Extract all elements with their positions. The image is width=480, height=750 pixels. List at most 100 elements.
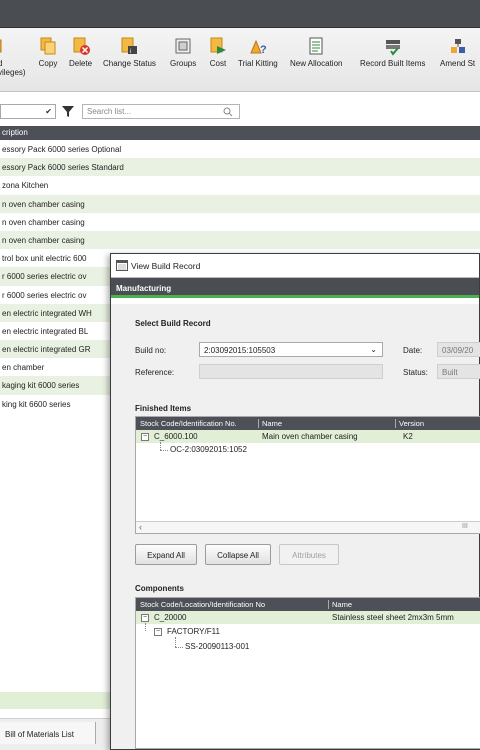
dialog-section-header: Manufacturing (111, 278, 479, 298)
chevron-down-icon: ✔ (45, 107, 52, 116)
amend-status-button-label: Amend St (440, 59, 476, 68)
component-code: C_20000 (154, 613, 187, 622)
view-build-record-dialog: View Build Record Manufacturing Select B… (110, 253, 480, 750)
svg-text:i: i (130, 49, 131, 55)
finished-item-code: C_6000.100 (154, 432, 198, 441)
groups-button[interactable]: Groups (170, 36, 196, 68)
date-label: Date: (403, 346, 423, 355)
copy-icon (38, 36, 58, 56)
column-version[interactable]: Version (395, 419, 424, 428)
chevron-down-icon: ⌄ (370, 345, 377, 354)
finished-items-title: Finished Items (135, 404, 192, 413)
collapse-icon[interactable]: − (141, 433, 149, 441)
component-location: FACTORY/F11 (167, 627, 220, 636)
cost-button-label: Cost (209, 59, 227, 68)
finished-items-horizontal-scrollbar[interactable]: ‹ III (136, 521, 480, 533)
components-grid: Stock Code/Location/Identification No Na… (135, 597, 480, 749)
search-icon[interactable] (223, 107, 233, 117)
tree-connector (175, 647, 183, 648)
finished-item-identification: OC-2:03092015:1052 (170, 445, 247, 454)
collapse-all-button[interactable]: Collapse All (205, 544, 271, 565)
list-item[interactable]: n oven chamber casing (0, 213, 480, 231)
column-stock-code[interactable]: Stock Code/Identification No. (140, 419, 237, 428)
expand-all-button[interactable]: Expand All (135, 544, 197, 565)
delete-button-label: Delete (69, 59, 93, 68)
record-built-items-button[interactable]: Record Built Items (360, 36, 425, 68)
status-field: Built (437, 364, 480, 379)
build-no-label: Build no: (135, 346, 167, 355)
window-icon (116, 260, 128, 271)
status-label: Status: (403, 368, 428, 377)
amend-status-button[interactable]: Amend St (440, 36, 475, 68)
record-built-items-button-label: Record Built Items (360, 59, 426, 68)
date-value: 03/09/20 (442, 346, 474, 355)
groups-button-label: Groups (170, 59, 197, 68)
component-identification: SS-20090113-001 (185, 642, 250, 651)
new-allocation-button-label: New Allocation (290, 59, 343, 68)
column-stock-code-location[interactable]: Stock Code/Location/Identification No (140, 600, 265, 609)
collapse-icon[interactable]: − (154, 628, 162, 636)
search-input[interactable]: Search list... (82, 104, 240, 119)
copy-button-label: Copy (38, 59, 58, 68)
list-item[interactable]: essory Pack 6000 series Standard (0, 158, 480, 177)
list-filter-bar: ✔ Search list... (0, 100, 480, 122)
component-name: Stainless steel sheet 2mx3m 5mm (332, 613, 454, 622)
app-title-bar (0, 0, 480, 28)
new-allocation-button[interactable]: New Allocation (290, 36, 342, 68)
scroll-left-icon[interactable]: ‹ (139, 522, 142, 532)
record-built-items-icon (383, 36, 403, 56)
svg-text:?: ? (260, 44, 267, 56)
build-no-dropdown[interactable]: 2:03092015:105503 ⌄ (199, 342, 383, 357)
search-control: Search list... (62, 103, 240, 119)
change-status-icon: i (119, 36, 139, 56)
toolbar-button-partial[interactable]: d vileges) (0, 36, 26, 77)
tab-bill-of-materials-list[interactable]: Bill of Materials List (0, 722, 96, 744)
list-item[interactable]: n oven chamber casing (0, 230, 480, 250)
status-value: Built (442, 368, 458, 377)
attributes-button[interactable]: Attributes (279, 544, 339, 565)
scroll-grip: III (462, 523, 468, 530)
select-build-record-title: Select Build Record (135, 319, 211, 328)
trial-kitting-icon: ? (248, 36, 268, 56)
finished-items-header: Stock Code/Identification No. Name Versi… (136, 417, 480, 430)
cost-icon (208, 36, 228, 56)
toolbar-button-partial-label-2: vileges) (0, 68, 26, 77)
trial-kitting-button-label: Trial Kitting (238, 59, 278, 68)
collapse-icon[interactable]: − (141, 614, 149, 622)
column-component-name[interactable]: Name (328, 600, 352, 609)
components-header: Stock Code/Location/Identification No Na… (136, 598, 480, 611)
list-item[interactable]: zona Kitchen (0, 176, 480, 194)
finished-item-version: K2 (403, 432, 413, 441)
list-view-dropdown[interactable]: ✔ (0, 104, 56, 119)
tree-connector (160, 450, 168, 451)
tree-connector (175, 637, 176, 647)
delete-icon (71, 36, 91, 56)
search-placeholder: Search list... (87, 107, 132, 116)
change-status-button-label: Change Status (103, 59, 156, 68)
change-status-button[interactable]: i Change Status (103, 36, 156, 68)
dialog-title: View Build Record (131, 261, 201, 271)
tree-connector (145, 623, 146, 631)
cost-button[interactable]: Cost (208, 36, 228, 68)
description-column-header[interactable]: cription (0, 126, 480, 140)
groups-icon (173, 36, 193, 56)
copy-button[interactable]: Copy (38, 36, 58, 68)
finished-item-name: Main oven chamber casing (262, 432, 358, 441)
dialog-body: Select Build Record Build no: 2:03092015… (111, 304, 480, 749)
ribbon-toolbar: d vileges) Copy Delete i Change Status G… (0, 28, 480, 92)
column-name[interactable]: Name (258, 419, 282, 428)
list-item[interactable]: essory Pack 6000 series Optional (0, 140, 480, 158)
trial-kitting-button[interactable]: ? Trial Kitting (238, 36, 278, 68)
delete-button[interactable]: Delete (69, 36, 92, 68)
amend-status-icon (448, 36, 468, 56)
components-title: Components (135, 584, 184, 593)
build-no-value: 2:03092015:105503 (204, 346, 276, 355)
tree-connector (160, 442, 161, 450)
new-allocation-icon (306, 36, 326, 56)
list-item[interactable]: n oven chamber casing (0, 194, 480, 213)
finished-items-grid: Stock Code/Identification No. Name Versi… (135, 416, 480, 534)
reference-field (199, 364, 383, 379)
date-field: 03/09/20 (437, 342, 480, 357)
dialog-title-bar[interactable]: View Build Record (111, 254, 479, 278)
partial-icon (0, 36, 18, 56)
